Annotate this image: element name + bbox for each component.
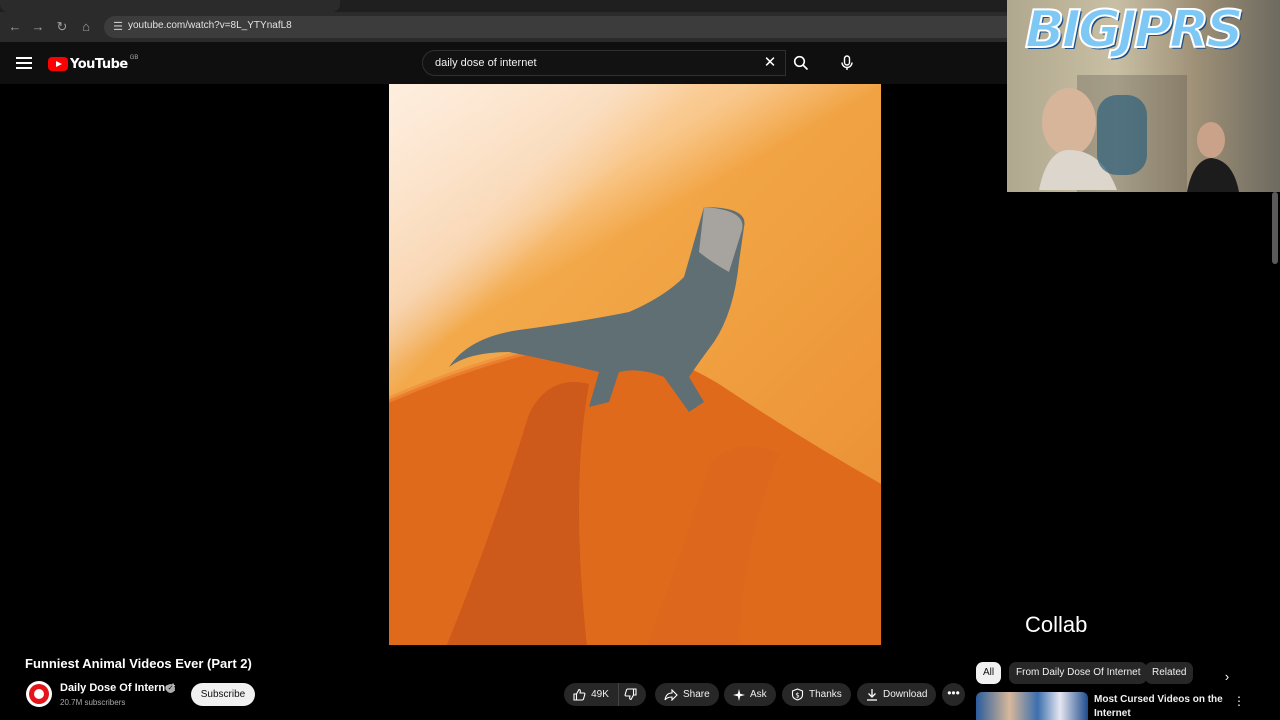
youtube-play-icon (48, 57, 68, 71)
subscribe-button[interactable]: Subscribe (191, 683, 255, 706)
verified-icon: ✓ (166, 684, 175, 693)
search-query[interactable]: daily dose of internet (435, 57, 537, 69)
thumbs-up-icon (573, 688, 586, 701)
download-label: Download (883, 689, 928, 700)
forward-icon[interactable]: → (29, 18, 47, 36)
url-text[interactable]: youtube.com/watch?v=8L_YTYnafL8 (128, 20, 292, 31)
thanks-icon: $ (791, 688, 804, 701)
menu-icon[interactable] (16, 57, 32, 69)
webcam-overlay: BIGJPRS (1007, 0, 1280, 192)
share-button[interactable]: Share (655, 683, 719, 706)
video-frame (389, 84, 881, 645)
search-button[interactable] (786, 50, 816, 76)
video-player[interactable] (389, 84, 881, 645)
like-dislike-group: 49K (564, 683, 646, 706)
recommendation-thumbnail[interactable] (976, 692, 1088, 720)
browser-tab[interactable] (0, 0, 340, 12)
download-icon (867, 689, 877, 701)
recommendation-title[interactable]: Most Cursed Videos on the Internet (1094, 693, 1224, 720)
share-label: Share (683, 689, 710, 700)
channel-name[interactable]: Daily Dose Of Internet (60, 682, 175, 694)
dislike-button[interactable] (620, 683, 646, 706)
thanks-button[interactable]: $ Thanks (782, 683, 851, 706)
subscriber-count: 20.7M subscribers (60, 698, 126, 707)
home-icon[interactable]: ⌂ (77, 18, 95, 36)
chip-all[interactable]: All (976, 662, 1002, 684)
download-button[interactable]: Download (857, 683, 937, 706)
ask-label: Ask (750, 689, 767, 700)
site-info-icon[interactable]: ☰ (110, 19, 126, 35)
collab-caption: Collab (1025, 612, 1088, 637)
microphone-icon (841, 55, 853, 70)
ask-button[interactable]: Ask (724, 683, 776, 706)
thumbs-down-icon (624, 688, 637, 701)
kebab-menu-icon[interactable]: ⋮ (1232, 694, 1246, 710)
youtube-logo[interactable]: YouTube GB (48, 54, 138, 74)
svg-text:$: $ (795, 692, 799, 700)
voice-search-button[interactable] (834, 50, 860, 76)
more-actions-button[interactable]: ••• (942, 683, 965, 706)
chip-related[interactable]: Related (1145, 662, 1194, 684)
country-code: GB (129, 55, 139, 61)
clear-icon[interactable]: ✕ (762, 55, 778, 71)
channel-avatar[interactable] (26, 681, 52, 707)
chip-from-channel[interactable]: From Daily Dose Of Internet (1009, 662, 1148, 684)
sparkle-icon (733, 688, 745, 701)
share-icon (664, 688, 678, 701)
search-icon (793, 55, 809, 71)
lizard-shape (449, 207, 745, 412)
chevron-right-icon[interactable]: › (1218, 668, 1236, 686)
thanks-label: Thanks (809, 689, 842, 700)
video-title: Funniest Animal Videos Ever (Part 2) (25, 656, 252, 671)
back-icon[interactable]: ← (6, 18, 24, 36)
logo-wordmark: YouTube (70, 56, 128, 72)
page-scrollbar[interactable] (1272, 192, 1278, 264)
webcam-banner: BIGJPRS (1024, 0, 1245, 61)
reload-icon[interactable]: ↻ (53, 18, 71, 36)
like-button[interactable]: 49K (564, 683, 619, 706)
like-count: 49K (591, 689, 609, 700)
search-input[interactable]: daily dose of internet (422, 50, 786, 76)
